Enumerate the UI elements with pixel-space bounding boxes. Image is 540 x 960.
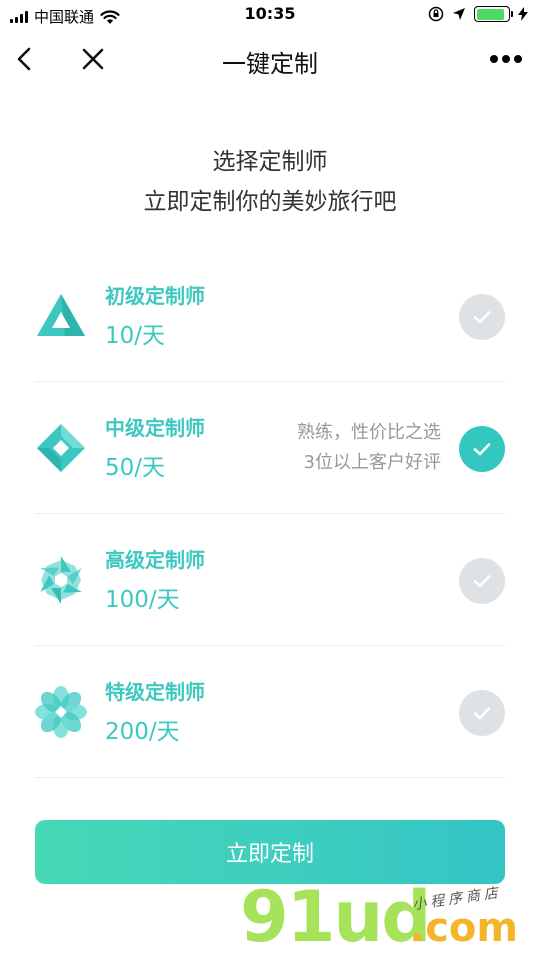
check-icon — [473, 707, 491, 720]
check-icon — [473, 443, 491, 456]
select-check-button[interactable] — [459, 294, 505, 340]
watermark-domain: .com — [410, 905, 519, 951]
tier-name: 初级定制师 — [105, 284, 205, 308]
tier-item-premium[interactable]: 特级定制师 200/天 — [35, 646, 505, 778]
tier-note-line-1: 熟练，性价比之选 — [297, 422, 441, 443]
battery-icon — [474, 6, 513, 22]
status-bar: 中国联通 10:35 — [0, 0, 540, 30]
tier-item-senior[interactable]: 高级定制师 100/天 — [35, 514, 505, 646]
tier-item-junior[interactable]: 初级定制师 10/天 — [35, 250, 505, 382]
headline-line-2: 立即定制你的美妙旅行吧 — [143, 189, 397, 215]
select-check-button[interactable] — [459, 558, 505, 604]
check-icon — [473, 575, 491, 588]
nav-bar: 一键定制 — [0, 30, 540, 90]
headline-line-1: 选择定制师 — [212, 149, 328, 175]
tier-name: 高级定制师 — [105, 548, 205, 572]
tier-description: 熟练，性价比之选 3位以上客户好评 — [297, 418, 441, 478]
tier-name: 特级定制师 — [105, 680, 205, 704]
tier-note-line-2: 3位以上客户好评 — [303, 452, 441, 473]
select-check-button[interactable] — [459, 426, 505, 472]
location-arrow-icon — [453, 8, 465, 20]
tier-price: 10/天 — [105, 323, 166, 349]
charging-bolt-icon — [518, 7, 528, 21]
battery-level — [476, 8, 505, 20]
triangle-icon — [37, 294, 85, 336]
tier-price: 100/天 — [105, 587, 180, 613]
status-right — [428, 6, 528, 22]
headline: 选择定制师 立即定制你的美妙旅行吧 — [0, 142, 540, 222]
customize-now-button[interactable]: 立即定制 — [35, 820, 505, 884]
tier-list: 初级定制师 10/天 中级定制师 50/天 熟练，性价比之选 3位以上客户好评 — [35, 250, 505, 778]
page-title: 一键定制 — [222, 50, 318, 78]
check-icon — [473, 311, 491, 324]
tier-item-intermediate[interactable]: 中级定制师 50/天 熟练，性价比之选 3位以上客户好评 — [35, 382, 505, 514]
more-dots-icon[interactable] — [486, 46, 526, 72]
watermark-logo: 91ud 小程序商店 .com — [240, 882, 530, 960]
select-check-button[interactable] — [459, 690, 505, 736]
lotus-flower-icon — [35, 686, 87, 738]
tier-name: 中级定制师 — [105, 416, 205, 440]
star-flower-icon — [40, 556, 82, 604]
watermark-brand: 91ud — [240, 876, 431, 958]
diamond-icon — [37, 424, 85, 472]
tier-price: 50/天 — [105, 455, 166, 481]
tier-price: 200/天 — [105, 719, 180, 745]
rotation-lock-icon — [428, 6, 444, 22]
